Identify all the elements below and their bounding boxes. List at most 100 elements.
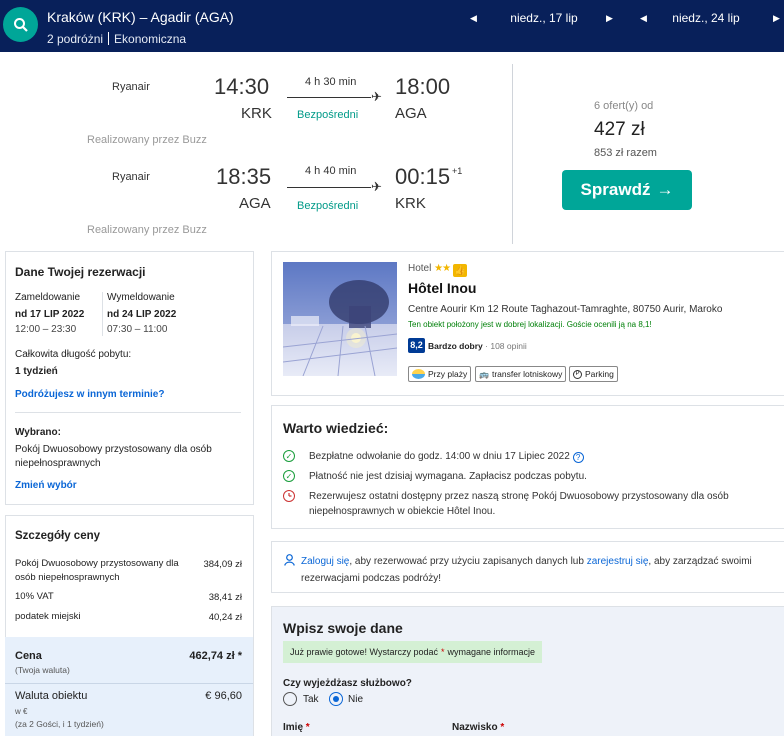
check-offer-button[interactable]: Sprawdź → xyxy=(562,170,692,210)
checkout-time: 07:30 – 11:00 xyxy=(107,324,168,335)
property-currency-unit: w € xyxy=(15,707,28,716)
signin-text: Zaloguj się, aby rezerwować przy użyciu … xyxy=(301,556,752,584)
stay-length-label: Całkowita długość pobytu: xyxy=(15,349,132,360)
last-name-label: Nazwisko * xyxy=(452,722,505,733)
register-link[interactable]: zarejestruj się xyxy=(587,556,649,567)
inbound-dep-code: AGA xyxy=(239,195,271,212)
next-date-out-icon[interactable]: ▶ xyxy=(606,13,613,24)
divider xyxy=(512,64,513,244)
checkout-label: Wymeldowanie xyxy=(107,292,175,303)
change-selection-link[interactable]: Zmień wybór xyxy=(15,480,77,491)
inbound-dep-time: 18:35 xyxy=(216,164,272,189)
check-button-label: Sprawdź xyxy=(580,180,651,199)
check-icon: ✓ xyxy=(283,470,295,482)
outbound-dep-code: KRK xyxy=(241,105,272,122)
shuttle-icon: 🚌 xyxy=(479,369,489,379)
outbound-airline: Ryanair xyxy=(112,81,150,93)
checkout-date: nd 24 LIP 2022 xyxy=(107,309,177,320)
price-details-title: Szczegóły ceny xyxy=(15,530,101,542)
next-date-back-icon[interactable]: ▶ xyxy=(773,13,780,24)
return-date[interactable]: niedz., 24 lip xyxy=(662,11,750,25)
business-yes-label[interactable]: Tak xyxy=(303,694,319,705)
hotel-type: Hotel xyxy=(408,263,432,274)
price-row-value: 38,41 zł xyxy=(208,592,242,603)
star-rating-icon: ★★ xyxy=(434,263,451,274)
business-yes-radio[interactable] xyxy=(283,692,297,706)
search-logo-button[interactable] xyxy=(3,7,38,42)
inbound-duration: 4 h 40 min xyxy=(305,165,357,177)
prev-date-back-icon[interactable]: ◀ xyxy=(640,13,647,24)
search-summary: 2 podróżni Ekonomiczna xyxy=(47,32,186,46)
good-to-know-title: Warto wiedzieć: xyxy=(283,420,389,436)
hotel-photo[interactable] xyxy=(283,262,397,376)
offers-count: 6 ofert(y) od xyxy=(594,100,654,112)
hotel-type-row: Hotel ★★ 👍 xyxy=(408,263,468,277)
checkin-label: Zameldowanie xyxy=(15,292,81,303)
help-icon[interactable]: ? xyxy=(572,452,584,463)
outbound-arr-code: AGA xyxy=(395,105,427,122)
selected-label: Wybrano: xyxy=(15,427,61,438)
inbound-stops: Bezpośredni xyxy=(297,200,359,212)
last-room-info: Rezerwujesz ostatni dostępny przez naszą… xyxy=(309,491,729,517)
inbound-operator: Realizowany przez Buzz xyxy=(87,224,207,236)
check-icon: ✓ xyxy=(283,450,295,462)
outbound-dep-time: 14:30 xyxy=(214,74,270,99)
inbound-airline: Ryanair xyxy=(112,171,150,183)
travellers-count: 2 podróżni xyxy=(47,32,104,46)
price-row-value: 384,09 zł xyxy=(203,559,242,570)
property-currency-note: (za 2 Gości, i 1 tydzień) xyxy=(15,719,104,729)
outbound-stops: Bezpośredni xyxy=(297,109,359,121)
price-total-note: (Twoja waluta) xyxy=(15,665,70,675)
clock-icon xyxy=(283,490,295,502)
flight-price: 427 zł xyxy=(594,119,645,140)
selected-room: Pokój Dwuosobowy przystosowany dla osób … xyxy=(15,444,212,469)
outbound-duration: 4 h 30 min xyxy=(305,76,357,88)
route-title[interactable]: Kraków (KRK) – Agadir (AGA) xyxy=(47,9,234,25)
price-row-value: 40,24 zł xyxy=(208,612,242,623)
hotel-name[interactable]: Hôtel Inou xyxy=(408,280,476,296)
change-dates-link[interactable]: Podróżujesz w innym terminie? xyxy=(15,389,164,400)
outbound-operator: Realizowany przez Buzz xyxy=(87,134,207,146)
review-score: 8,2 xyxy=(408,338,425,353)
payment-info: Płatność nie jest dzisiaj wymagana. Zapł… xyxy=(309,471,587,482)
plane-icon: ✈ xyxy=(371,179,382,194)
amenity-airport-transfer: 🚌 transfer lotniskowy xyxy=(475,366,567,382)
business-no-label[interactable]: Nie xyxy=(348,694,363,705)
form-title: Wpisz swoje dane xyxy=(283,620,403,636)
hotel-location-note: Ten obiekt położony jest w dobrej lokali… xyxy=(408,320,652,329)
property-currency-value: € 96,60 xyxy=(205,690,242,702)
price-total-value: 462,74 zł * xyxy=(189,650,242,662)
cabin-class: Ekonomiczna xyxy=(114,32,187,46)
amenity-parking: P Parking xyxy=(569,366,618,382)
outbound-arr-time: 18:00 xyxy=(395,74,451,99)
beach-icon xyxy=(412,369,425,379)
price-row-label: Pokój Dwuosobowy przystosowany dla osób … xyxy=(15,558,179,583)
business-no-radio[interactable] xyxy=(329,692,343,706)
first-name-label: Imię * xyxy=(283,722,310,733)
arrow-right-icon: → xyxy=(656,180,674,199)
price-total-label: Cena xyxy=(15,650,42,662)
inbound-arr-code: KRK xyxy=(395,195,426,212)
parking-icon: P xyxy=(573,369,582,379)
checkin-time: 12:00 – 23:30 xyxy=(15,324,77,335)
business-question: Czy wyjeżdżasz służbowo? xyxy=(283,678,412,689)
free-cancellation-info: Bezpłatne odwołanie do godz. 14:00 w dni… xyxy=(309,449,584,464)
inbound-arr-time: 00:15 xyxy=(395,164,451,189)
checkin-date: nd 17 LIP 2022 xyxy=(15,309,85,320)
review-label: Bardzo dobry xyxy=(428,341,483,351)
hotel-photo-image xyxy=(283,262,397,376)
prev-date-out-icon[interactable]: ◀ xyxy=(470,13,477,24)
form-notice: Już prawie gotowe! Wystarczy podać * wymag… xyxy=(283,641,543,663)
outbound-date[interactable]: niedz., 17 lip xyxy=(500,11,588,25)
signin-link[interactable]: Zaloguj się xyxy=(301,556,349,567)
price-row-label: 10% VAT xyxy=(15,591,54,602)
stay-length-value: 1 tydzień xyxy=(15,366,58,377)
review-count: · 108 opinii xyxy=(485,341,527,351)
property-currency-label: Waluta obiektu xyxy=(15,690,88,702)
price-row-label: podatek miejski xyxy=(15,611,81,622)
booking-title: Dane Twojej rezerwacji xyxy=(15,265,146,279)
thumbs-up-icon: 👍 xyxy=(453,264,468,277)
flight-total: 853 zł razem xyxy=(594,147,657,159)
review-summary: Bardzo dobry · 108 opinii xyxy=(428,341,527,351)
hotel-address: Centre Aourir Km 12 Route Taghazout-Tamr… xyxy=(408,304,723,315)
